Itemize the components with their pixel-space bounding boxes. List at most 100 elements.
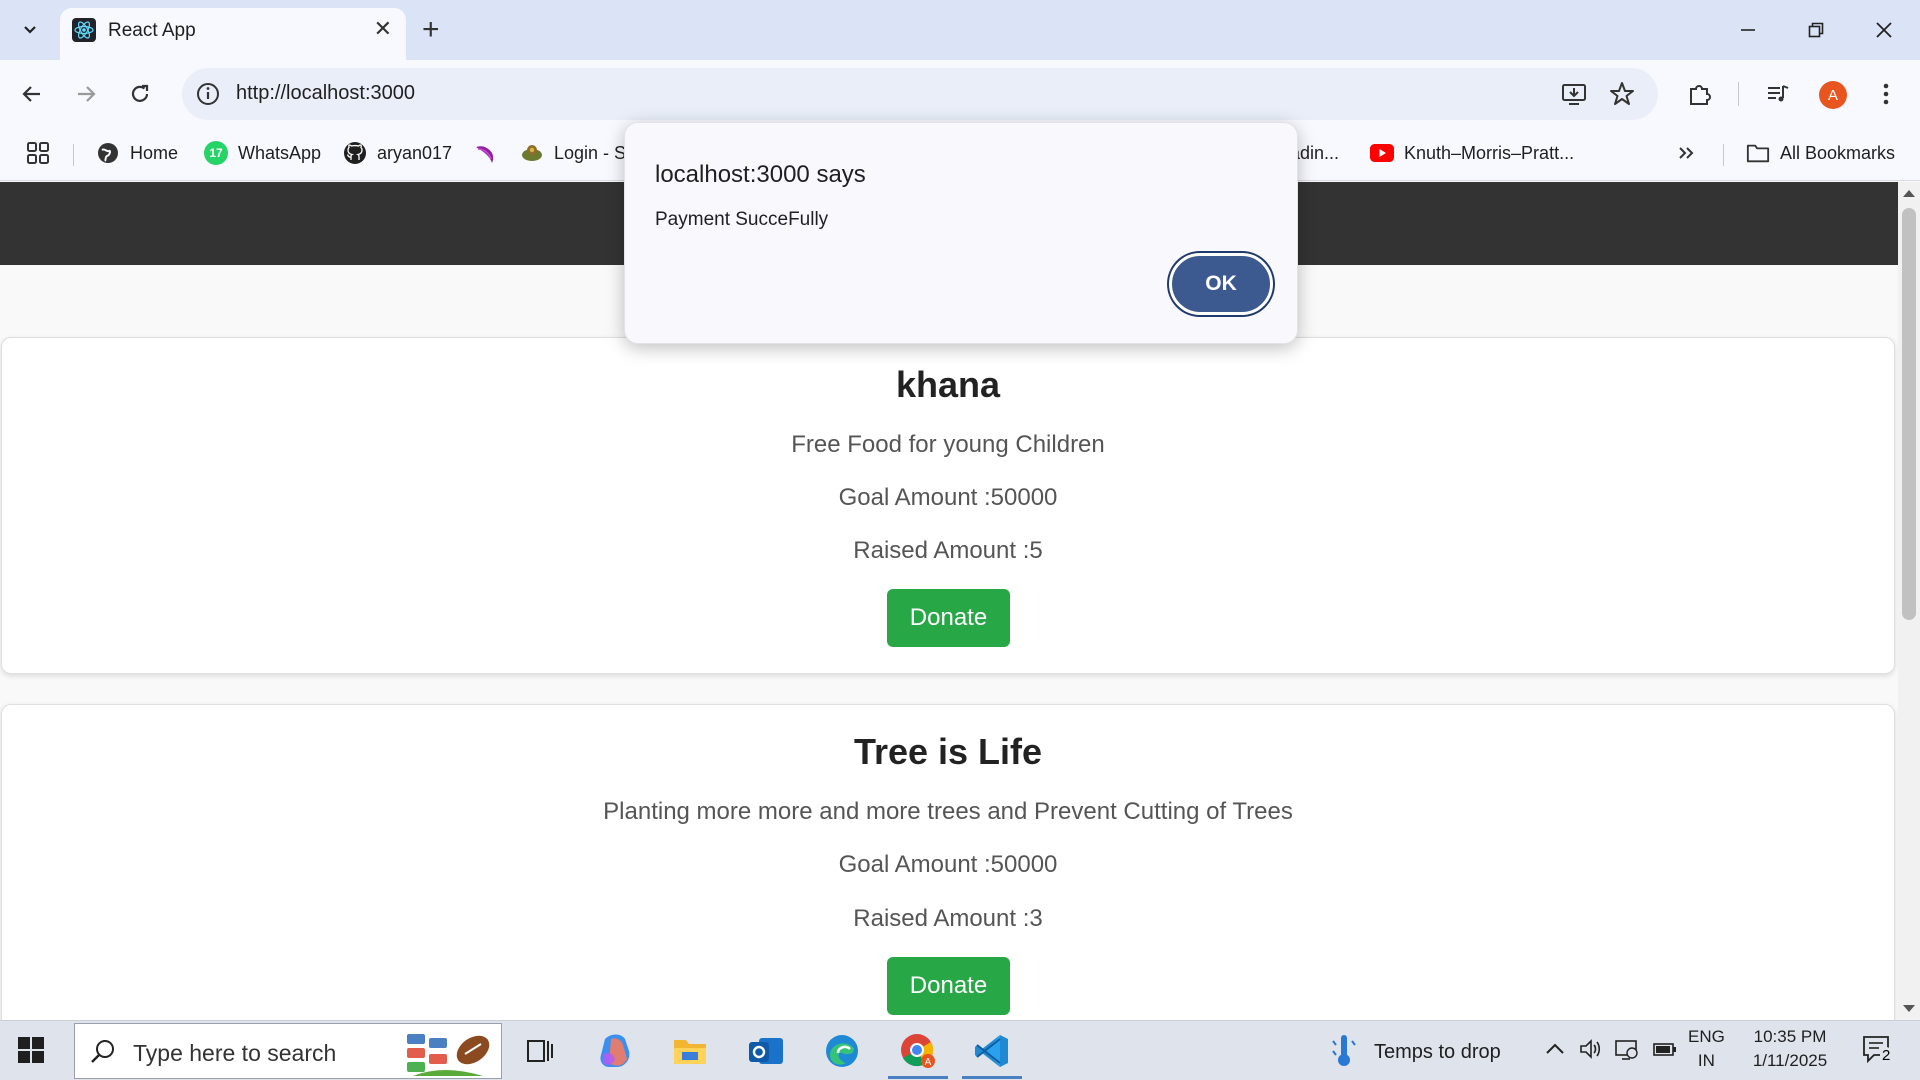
volume-icon[interactable] [1578,1037,1602,1061]
chevron-down-icon [24,26,36,34]
bookmarks-divider [1723,144,1724,166]
react-icon [72,18,96,42]
edge-app[interactable] [812,1025,872,1077]
notification-center-button[interactable]: 2 [1862,1035,1898,1067]
bookmark-home[interactable]: Home [96,138,178,168]
copilot-app[interactable] [586,1025,646,1077]
close-icon [1876,22,1892,38]
dialog-title: localhost:3000 says [655,161,866,188]
arrow-right-icon [78,86,96,102]
minimize-button[interactable] [1726,10,1770,50]
donate-button[interactable]: Donate [887,589,1010,647]
apps-shortcut[interactable] [26,138,50,168]
file-explorer-app[interactable] [660,1025,720,1077]
new-tab-button[interactable]: + [422,12,440,48]
weather-text[interactable]: Temps to drop [1374,1041,1501,1064]
windows-taskbar: Type here to search A Temps to drop ENG … [0,1020,1920,1080]
windows-start-icon[interactable] [18,1037,44,1063]
bookmark-whatsapp[interactable]: 17 WhatsApp [204,138,321,168]
copilot-icon [600,1034,630,1067]
apps-grid-icon [27,142,49,164]
bookmark-label: All Bookmarks [1780,142,1896,163]
url-text[interactable]: http://localhost:3000 [236,82,415,105]
bookmarks-divider [73,144,74,166]
campaign-raised: Raised Amount :5 [853,537,1043,564]
tab-react-app[interactable]: React App ✕ [60,8,406,60]
tab-close-icon[interactable]: ✕ [374,16,392,42]
browser-menu-button[interactable] [1866,74,1906,114]
bookmark-kmp-video[interactable]: Knuth–Morris–Pratt... [1370,138,1574,168]
tab-title: React App [108,20,196,41]
campaign-card: khana Free Food for young Children Goal … [1,337,1895,674]
page-scrollbar[interactable] [1898,182,1920,1020]
campaign-goal: Goal Amount :50000 [838,851,1058,878]
clock-time: 10:35 PM [1753,1027,1827,1046]
outlook-icon [749,1038,783,1064]
bird-logo-icon [474,141,498,165]
github-icon [343,141,367,165]
site-info-icon[interactable] [194,80,222,108]
chrome-app[interactable]: A [888,1025,948,1079]
notification-count: 2 [1880,1047,1893,1064]
bookmark-label: Knuth–Morris–Pratt... [1404,142,1575,163]
task-view-button[interactable] [510,1025,570,1077]
edge-icon [826,1035,858,1067]
ok-button[interactable]: OK [1169,253,1273,315]
bookmark-login[interactable]: Login - S [520,138,626,168]
language-indicator[interactable]: ENG IN [1688,1027,1725,1071]
language-code: ENG [1688,1027,1725,1046]
tab-strip: React App ✕ + [0,0,1920,60]
restore-button[interactable] [1794,10,1838,50]
minimize-icon [1741,29,1755,31]
clock[interactable]: 10:35 PM 1/11/2025 [1746,1027,1834,1071]
media-queue-icon [1768,85,1789,102]
campaign-title: Tree is Life [853,731,1043,772]
extensions-button[interactable] [1680,74,1720,114]
scroll-down-arrow[interactable] [1903,1005,1915,1012]
media-controls-button[interactable] [1758,74,1798,114]
double-chevron-right-icon [1679,147,1694,159]
browser-toolbar: http://localhost:3000 A [0,60,1920,128]
search-placeholder: Type here to search [133,1040,337,1066]
star-icon[interactable] [1608,80,1636,108]
restore-icon [1808,22,1824,38]
all-bookmarks-folder[interactable]: All Bookmarks [1746,138,1895,168]
bookmark-app[interactable] [474,138,508,168]
clock-date: 1/11/2025 [1752,1051,1828,1070]
donate-button[interactable]: Donate [887,957,1010,1015]
reload-button[interactable] [120,74,160,114]
outlook-app[interactable] [736,1025,796,1077]
bookmark-label: WhatsApp [238,142,322,163]
more-vertical-icon [1883,83,1889,105]
vscode-app[interactable] [962,1025,1022,1079]
search-icon [91,1040,114,1063]
scrollbar-thumb[interactable] [1902,208,1916,620]
battery-icon[interactable] [1652,1039,1678,1059]
search-highlight-icon [407,1034,490,1076]
install-app-icon[interactable] [1560,80,1588,108]
close-window-button[interactable] [1862,10,1906,50]
campaign-raised: Raised Amount :3 [853,905,1043,932]
back-button[interactable] [12,74,52,114]
arrow-left-icon [22,86,40,102]
bookmark-label: Login - S [554,142,627,163]
address-bar[interactable]: http://localhost:3000 [182,68,1658,120]
task-view-icon [527,1040,553,1062]
profile-avatar[interactable]: A [1819,81,1847,109]
bookmarks-overflow-button[interactable] [1676,138,1696,168]
temperature-icon [1332,1035,1356,1066]
bookmark-label: Home [130,142,179,163]
campaign-description: Planting more more and more trees and Pr… [603,798,1293,825]
puzzle-icon [1690,85,1711,105]
tab-search-button[interactable] [10,12,50,48]
chevron-up-icon[interactable] [1544,1039,1566,1059]
svg-text:A: A [925,1057,932,1068]
forward-button[interactable] [66,74,106,114]
bookmark-label: aryan017 [377,142,453,163]
scroll-up-arrow[interactable] [1903,190,1915,197]
campaign-title: khana [895,364,1001,405]
bookmark-github[interactable]: aryan017 [343,138,452,168]
folder-icon [1746,141,1770,165]
network-icon[interactable] [1614,1037,1640,1061]
taskbar-search-box[interactable]: Type here to search [74,1023,502,1079]
